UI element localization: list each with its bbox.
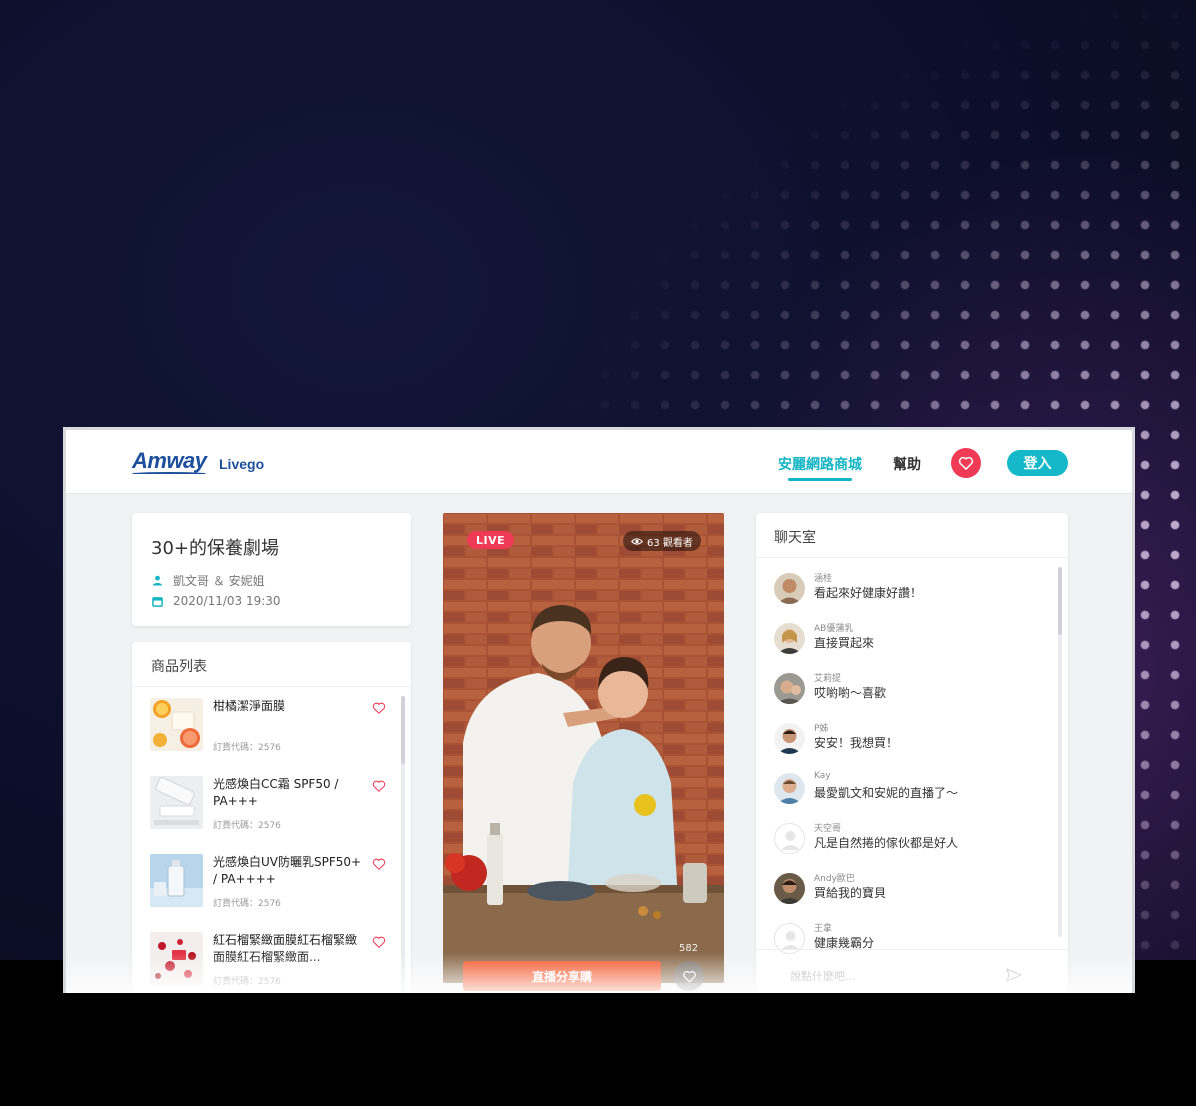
product-name: 光感煥白UV防曬乳SPF50+ / PA++++ [213,855,362,886]
app-window: Amway Livego 安麗網路商城 幫助 登入 30+的保養劇場 凱文哥 ＆… [63,427,1135,993]
chat-text: 看起來好健康好讚！ [814,586,923,600]
chat-username: 涵桂 [814,574,833,584]
nav-help-link[interactable]: 幫助 [893,454,921,474]
live-video-player[interactable]: LIVE 63 觀看者 582 [443,513,724,983]
product-item[interactable]: 紅石榴緊緻面膜紅石榴緊緻面膜紅石榴緊緻面... 訂貨代碼：2576 [150,932,400,992]
event-hosts: 凱文哥 ＆ 安妮姐 [173,574,265,588]
chat-text: 最愛凱文和安妮的直播了～ [814,786,959,800]
eye-icon [631,537,643,545]
chat-message: Kay 最愛凱文和安妮的直播了～ [774,771,1044,811]
product-name: 光感煥白CC霜 SPF50 / PA+++ [213,777,339,808]
chat-room-heading: 聊天室 [774,530,816,546]
avatar[interactable] [774,723,805,754]
product-name: 柑橘潔淨面膜 [213,699,286,713]
heart-outline-icon[interactable] [372,857,386,871]
product-image [150,776,203,829]
chat-message: P姊 安安！我想買！ [774,721,1044,761]
viewer-count-pill: 63 觀看者 [623,531,701,551]
bottom-band [0,993,1196,1106]
like-count: 582 [679,943,699,954]
event-datetime: 2020/11/03 19:30 [173,594,281,608]
avatar[interactable] [774,623,805,654]
avatar[interactable] [774,673,805,704]
product-image [150,854,203,907]
product-list-card: 商品列表 柑橘潔淨面膜 訂貨代碼：2576 光感煥白CC霜 SPF50 / PA… [132,642,411,993]
chat-username: Andy歐巴 [814,874,855,884]
chat-text: 凡是自然捲的傢伙都是好人 [814,836,959,850]
chat-room-card: 聊天室 涵桂 看起來好健康好讚！ AB優蒲乳 直接買起來 艾莉提 哎喲喲～喜歡 … [756,513,1068,993]
chat-text: 直接買起來 [814,636,875,650]
brand-logo-swoosh [132,472,206,475]
heart-outline-icon[interactable] [372,779,386,793]
avatar[interactable] [774,773,805,804]
nav-shop-link[interactable]: 安麗網路商城 [778,454,862,474]
event-info-card: 30+的保養劇場 凱文哥 ＆ 安妮姐 2020/11/03 19:30 [132,513,411,626]
event-title: 30+的保養劇場 [151,538,279,559]
live-video-frame [443,513,724,983]
chat-message: 涵桂 看起來好健康好讚！ [774,571,1044,611]
chat-text: 買給我的寶貝 [814,886,887,900]
divider [756,949,1068,950]
favorites-button[interactable] [951,448,981,478]
live-badge: LIVE [467,531,515,549]
product-image [150,698,203,751]
product-item[interactable]: 光感煥白CC霜 SPF50 / PA+++ 訂貨代碼：2576 [150,776,400,836]
chat-username: AB優蒲乳 [814,624,854,634]
chat-scrollbar-thumb[interactable] [1058,567,1062,635]
calendar-icon [151,595,163,607]
chat-message: 艾莉提 哎喲喲～喜歡 [774,671,1044,711]
brand-logo[interactable]: Amway [132,448,207,474]
chat-username: 艾莉提 [814,674,842,684]
chat-input[interactable]: 說點什麼吧… [790,968,856,984]
user-icon [151,575,163,587]
sub-brand-logo[interactable]: Livego [219,456,264,472]
heart-outline-icon[interactable] [372,701,386,715]
viewer-count: 63 觀看者 [647,537,693,549]
chat-username: 王拿 [814,924,833,934]
chat-message: 天空哥 凡是自然捲的傢伙都是好人 [774,821,1044,861]
divider [132,686,411,687]
like-button[interactable] [674,961,704,991]
chat-username: Kay [814,771,831,781]
share-buy-button[interactable]: 直播分享購 [463,961,661,991]
event-date-row: 2020/11/03 19:30 [151,594,281,608]
avatar[interactable] [774,873,805,904]
product-code: 訂貨代碼：2576 [213,977,281,987]
heart-outline-icon[interactable] [372,935,386,949]
product-scrollbar-thumb[interactable] [401,696,405,764]
top-nav: Amway Livego 安麗網路商城 幫助 登入 [66,430,1132,494]
nav-active-indicator [788,478,852,481]
event-hosts-row: 凱文哥 ＆ 安妮姐 [151,572,265,589]
avatar[interactable] [774,573,805,604]
chat-username: P姊 [814,724,829,734]
heart-outline-icon [682,970,696,982]
chat-username: 天空哥 [814,824,842,834]
product-item[interactable]: 光感煥白UV防曬乳SPF50+ / PA++++ 訂貨代碼：2576 [150,854,400,914]
chat-text: 哎喲喲～喜歡 [814,686,887,700]
product-code: 訂貨代碼：2576 [213,821,281,831]
heart-icon [958,456,974,470]
divider [756,557,1068,558]
chat-message: 王拿 健康幾霸分 [774,921,1044,961]
product-item[interactable]: 柑橘潔淨面膜 訂貨代碼：2576 [150,698,400,758]
product-code: 訂貨代碼：2576 [213,899,281,909]
login-button[interactable]: 登入 [1007,450,1068,476]
chat-message: AB優蒲乳 直接買起來 [774,621,1044,661]
product-name: 紅石榴緊緻面膜紅石榴緊緻面膜紅石榴緊緻面... [213,933,358,964]
product-list-heading: 商品列表 [151,659,207,675]
chat-message: Andy歐巴 買給我的寶貝 [774,871,1044,911]
product-image [150,932,203,985]
product-code: 訂貨代碼：2576 [213,743,281,753]
avatar[interactable] [774,823,805,854]
chat-text: 安安！我想買！ [814,736,899,750]
send-icon[interactable] [1006,968,1022,982]
